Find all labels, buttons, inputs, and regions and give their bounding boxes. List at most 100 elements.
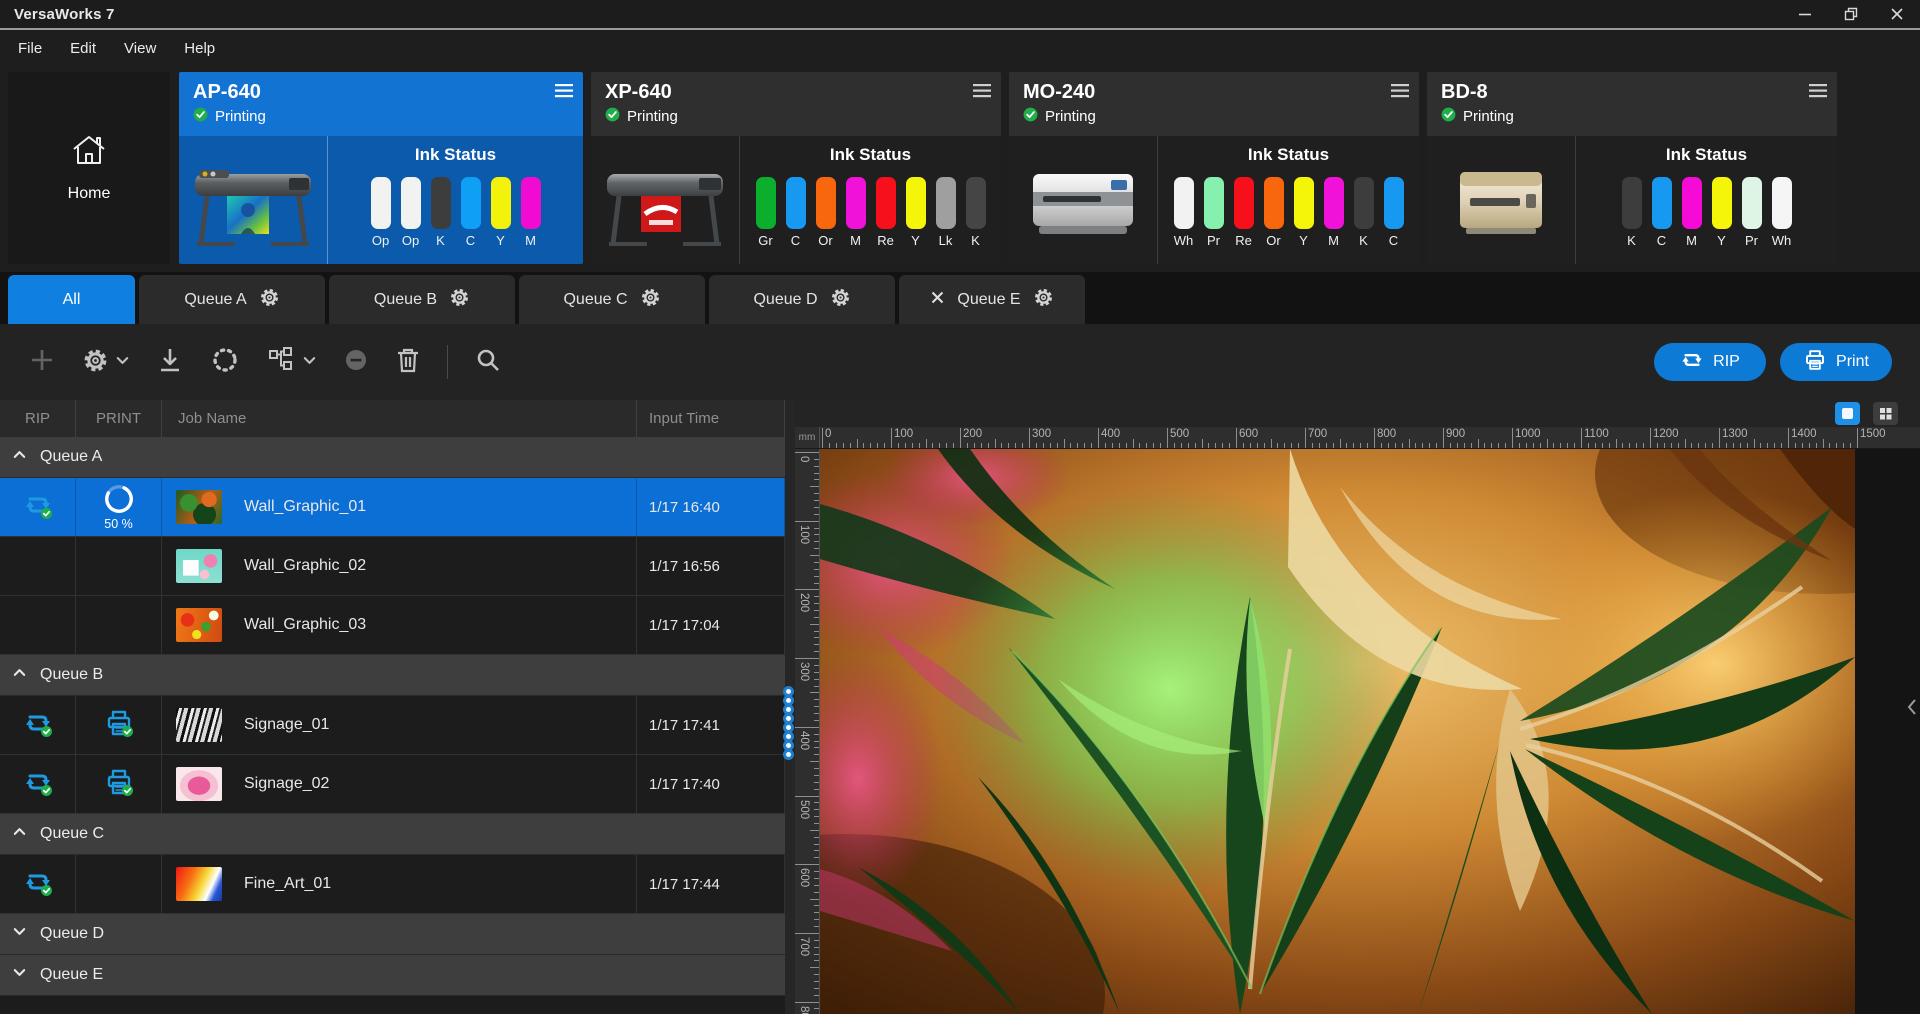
chevron-down-icon[interactable] (12, 924, 27, 944)
gear-icon[interactable] (449, 287, 470, 313)
printer-card-mo-240[interactable]: MO-240 Printing Ink Status WhPrReOrYMKC (1009, 72, 1419, 264)
chevron-up-icon[interactable] (12, 665, 27, 685)
menu-view[interactable]: View (110, 34, 170, 63)
ruler-tick (1698, 443, 1699, 448)
pane-splitter[interactable] (785, 400, 795, 1014)
printer-card-bd-8[interactable]: BD-8 Printing Ink Status KCMYPrWh (1427, 72, 1837, 264)
ruler-tick (857, 439, 858, 448)
tab-queue-c[interactable]: Queue C (519, 275, 705, 324)
rip-button[interactable]: > RIP (1654, 343, 1766, 381)
home-button[interactable]: Home (8, 72, 170, 264)
menu-help[interactable]: Help (170, 34, 229, 63)
hamburger-menu-icon[interactable] (1391, 80, 1409, 130)
printer-image (1009, 136, 1157, 264)
queue-group-queue-c[interactable]: Queue C (0, 814, 785, 855)
quad-view-button[interactable] (1873, 402, 1898, 425)
rip-icon: > (1680, 348, 1704, 377)
queue-group-label: Queue B (40, 666, 103, 684)
chevron-up-icon[interactable] (12, 824, 27, 844)
ruler-tick (1484, 443, 1485, 448)
ruler-tick (814, 775, 819, 776)
ruler-tick (814, 534, 819, 535)
job-name: Signage_02 (244, 775, 329, 793)
ruler-tick (1243, 443, 1244, 448)
ruler-label: 400 (1101, 428, 1120, 440)
printer-card-ap-640[interactable]: AP-640 Printing Ink Status OpOpKCYM (179, 72, 583, 264)
processing-button[interactable] (210, 345, 240, 379)
tab-label: Queue E (957, 291, 1020, 309)
chevron-down-icon[interactable] (115, 353, 130, 372)
print-button[interactable]: Print (1780, 343, 1892, 381)
workflow-button[interactable] (266, 345, 317, 379)
job-row-signage_02[interactable]: Signage_02 1/17 17:40 (0, 755, 785, 814)
tab-queue-a[interactable]: Queue A (139, 275, 325, 324)
ruler-tick (1257, 443, 1258, 448)
chevron-down-icon[interactable] (302, 353, 317, 372)
hamburger-menu-icon[interactable] (1809, 80, 1827, 130)
hamburger-menu-icon[interactable] (555, 80, 573, 130)
restore-button[interactable] (1828, 0, 1874, 28)
ruler-tick (814, 637, 819, 638)
printer-image (1427, 136, 1575, 264)
queue-group-label: Queue A (40, 448, 102, 466)
ruler-tick (814, 954, 819, 955)
ruler-tick (1457, 443, 1458, 448)
gear-icon[interactable] (259, 287, 280, 313)
ink-label: Re (1235, 233, 1252, 248)
gear-icon[interactable] (830, 287, 851, 313)
ruler-tick (814, 857, 819, 858)
hamburger-menu-icon[interactable] (973, 80, 991, 130)
ruler-tick (795, 796, 819, 797)
job-row-wall_graphic_01[interactable]: 50 % Wall_Graphic_01 1/17 16:40 (0, 478, 785, 537)
queue-group-queue-e[interactable]: Queue E (0, 955, 785, 996)
ruler-tick (1105, 443, 1106, 448)
status-check-icon (605, 107, 620, 126)
printer-card-xp-640[interactable]: XP-640 Printing Ink Status GrCOrMReYLkK (591, 72, 1001, 264)
download-button[interactable] (156, 346, 184, 378)
ruler-tick (814, 617, 819, 618)
search-button[interactable] (474, 346, 502, 378)
ruler-tick (1678, 443, 1679, 448)
queue-group-queue-b[interactable]: Queue B (0, 655, 785, 696)
tab-queue-b[interactable]: Queue B (329, 275, 515, 324)
home-label: Home (68, 185, 111, 203)
gear-icon[interactable] (640, 287, 661, 313)
tab-queue-d[interactable]: Queue D (709, 275, 895, 324)
ruler-tick (1436, 443, 1437, 448)
single-view-button[interactable] (1835, 402, 1860, 425)
close-button[interactable] (1874, 0, 1920, 28)
ruler-tick (814, 734, 819, 735)
ruler-tick (1788, 428, 1789, 448)
job-row-wall_graphic_03[interactable]: Wall_Graphic_03 1/17 17:04 (0, 596, 785, 655)
ruler-tick (814, 885, 819, 886)
menu-edit[interactable]: Edit (56, 34, 110, 63)
queue-group-queue-d[interactable]: Queue D (0, 914, 785, 955)
ruler-tick (1540, 443, 1541, 448)
job-row-wall_graphic_02[interactable]: Wall_Graphic_02 1/17 16:56 (0, 537, 785, 596)
job-name-cell: Signage_02 (162, 755, 637, 813)
ruler-label: 0 (825, 428, 831, 440)
ruler-label: 700 (1308, 428, 1327, 440)
close-tab-icon[interactable] (930, 290, 945, 310)
ink-label: C (1389, 233, 1398, 248)
ruler-tick (1664, 443, 1665, 448)
preview-canvas[interactable] (820, 449, 1920, 1014)
queue-group-queue-a[interactable]: Queue A (0, 437, 785, 478)
job-row-fine_art_01[interactable]: Fine_Art_01 1/17 17:44 (0, 855, 785, 914)
ruler-tick (1319, 443, 1320, 448)
tab-all[interactable]: All (8, 275, 135, 324)
ruler-tick (1409, 439, 1410, 448)
chevron-down-icon[interactable] (12, 965, 27, 985)
ink-label: M (1328, 233, 1339, 248)
gear-icon[interactable] (1033, 287, 1054, 313)
minimize-button[interactable] (1782, 0, 1828, 28)
job-row-signage_01[interactable]: Signage_01 1/17 17:41 (0, 696, 785, 755)
ruler-label: 800 (798, 1006, 810, 1014)
settings-button[interactable] (82, 347, 130, 378)
collapse-panel-arrow[interactable] (1907, 698, 1917, 720)
splitter-grip[interactable] (783, 688, 794, 760)
delete-button[interactable] (395, 346, 421, 378)
chevron-up-icon[interactable] (12, 447, 27, 467)
menu-file[interactable]: File (4, 34, 56, 63)
tab-queue-e[interactable]: Queue E (899, 275, 1085, 324)
